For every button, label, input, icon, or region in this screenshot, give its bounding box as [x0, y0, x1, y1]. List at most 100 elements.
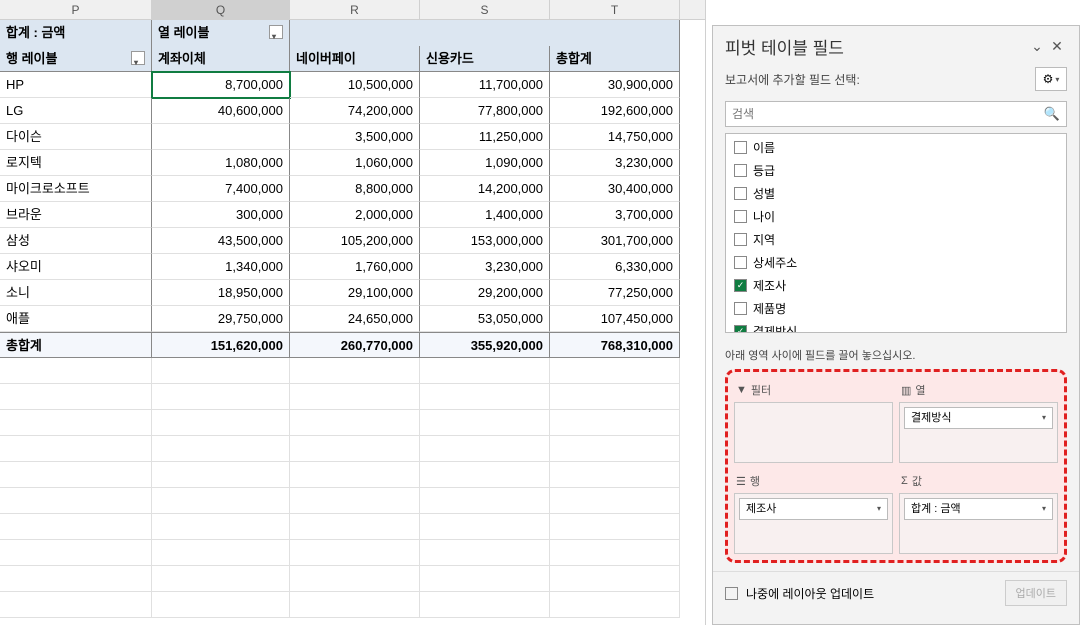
- cell[interactable]: [290, 462, 420, 488]
- cell[interactable]: [420, 20, 550, 46]
- cell[interactable]: [0, 410, 152, 436]
- cell[interactable]: [420, 566, 550, 592]
- field-search[interactable]: 🔍: [725, 101, 1067, 127]
- field-item[interactable]: 이름: [726, 136, 1066, 159]
- pivot-row-label[interactable]: 로지텍: [0, 150, 152, 176]
- pivot-value[interactable]: 30,400,000: [550, 176, 680, 202]
- pivot-value[interactable]: [152, 124, 290, 150]
- field-item[interactable]: 결제방식: [726, 320, 1066, 333]
- pivot-value[interactable]: 18,950,000: [152, 280, 290, 306]
- cell[interactable]: [420, 592, 550, 618]
- area-values-chip[interactable]: 합계 : 금액: [904, 498, 1053, 520]
- cell[interactable]: [0, 514, 152, 540]
- pivot-value[interactable]: 77,250,000: [550, 280, 680, 306]
- cell[interactable]: [290, 410, 420, 436]
- pane-settings-button[interactable]: ⚙: [1035, 67, 1067, 91]
- cell[interactable]: [0, 436, 152, 462]
- cell[interactable]: [550, 462, 680, 488]
- cell[interactable]: [550, 410, 680, 436]
- pivot-value[interactable]: 29,100,000: [290, 280, 420, 306]
- pivot-value[interactable]: 105,200,000: [290, 228, 420, 254]
- cell[interactable]: [152, 514, 290, 540]
- cell[interactable]: [152, 462, 290, 488]
- pivot-value[interactable]: 14,750,000: [550, 124, 680, 150]
- cell[interactable]: [290, 384, 420, 410]
- area-columns-body[interactable]: 결제방식: [899, 402, 1058, 463]
- cell[interactable]: [152, 410, 290, 436]
- pivot-value[interactable]: 10,500,000: [290, 72, 420, 98]
- pivot-value[interactable]: 1,080,000: [152, 150, 290, 176]
- col-header-Q[interactable]: Q: [152, 0, 290, 19]
- pivot-value[interactable]: 53,050,000: [420, 306, 550, 332]
- checkbox-icon[interactable]: [734, 164, 747, 177]
- pivot-value[interactable]: 74,200,000: [290, 98, 420, 124]
- cell[interactable]: [152, 540, 290, 566]
- cell[interactable]: [152, 592, 290, 618]
- field-item[interactable]: 상세주소: [726, 251, 1066, 274]
- pivot-value[interactable]: 3,230,000: [420, 254, 550, 280]
- pivot-value[interactable]: 1,060,000: [290, 150, 420, 176]
- field-item[interactable]: 제조사: [726, 274, 1066, 297]
- pivot-col-header-1[interactable]: 네이버페이: [290, 46, 420, 72]
- cell[interactable]: [290, 514, 420, 540]
- pivot-value[interactable]: 77,800,000: [420, 98, 550, 124]
- pivot-value[interactable]: 29,200,000: [420, 280, 550, 306]
- checkbox-icon[interactable]: [734, 210, 747, 223]
- pane-close-icon[interactable]: ✕: [1047, 38, 1067, 55]
- update-button[interactable]: 업데이트: [1005, 580, 1067, 606]
- cell[interactable]: [420, 540, 550, 566]
- cell[interactable]: [550, 20, 680, 46]
- cell[interactable]: [0, 488, 152, 514]
- area-columns[interactable]: ▥열 결제방식: [899, 378, 1058, 463]
- pivot-col-header-0[interactable]: 계좌이체: [152, 46, 290, 72]
- pivot-row-label[interactable]: 삼성: [0, 228, 152, 254]
- pane-collapse-icon[interactable]: ⌄: [1027, 38, 1047, 55]
- cell[interactable]: [0, 592, 152, 618]
- field-item[interactable]: 성별: [726, 182, 1066, 205]
- pivot-value[interactable]: 8,800,000: [290, 176, 420, 202]
- cell[interactable]: [0, 358, 152, 384]
- cell[interactable]: [550, 514, 680, 540]
- cell[interactable]: [550, 436, 680, 462]
- field-item[interactable]: 지역: [726, 228, 1066, 251]
- cell[interactable]: [290, 358, 420, 384]
- cell[interactable]: [152, 488, 290, 514]
- cell[interactable]: [290, 20, 420, 46]
- defer-checkbox[interactable]: [725, 587, 738, 600]
- search-input[interactable]: [732, 107, 1044, 121]
- pivot-value[interactable]: 1,090,000: [420, 150, 550, 176]
- pivot-value[interactable]: 7,400,000: [152, 176, 290, 202]
- area-filter[interactable]: ▼필터: [734, 378, 893, 463]
- area-rows-body[interactable]: 제조사: [734, 493, 893, 554]
- pivot-value[interactable]: 24,650,000: [290, 306, 420, 332]
- cell[interactable]: [290, 436, 420, 462]
- pivot-total-value[interactable]: 151,620,000: [152, 332, 290, 358]
- checkbox-icon[interactable]: [734, 302, 747, 315]
- checkbox-icon[interactable]: [734, 141, 747, 154]
- pivot-value[interactable]: 30,900,000: [550, 72, 680, 98]
- cell[interactable]: [550, 488, 680, 514]
- pivot-value[interactable]: 301,700,000: [550, 228, 680, 254]
- area-rows[interactable]: ☰행 제조사: [734, 469, 893, 554]
- pivot-value[interactable]: 29,750,000: [152, 306, 290, 332]
- cell[interactable]: [290, 488, 420, 514]
- cell[interactable]: [290, 592, 420, 618]
- col-header-P[interactable]: P: [0, 0, 152, 19]
- pivot-value[interactable]: 3,230,000: [550, 150, 680, 176]
- pivot-value[interactable]: 2,000,000: [290, 202, 420, 228]
- pivot-row-label[interactable]: 브라운: [0, 202, 152, 228]
- area-filter-body[interactable]: [734, 402, 893, 463]
- cell[interactable]: [550, 384, 680, 410]
- cell[interactable]: [420, 488, 550, 514]
- pivot-value[interactable]: 107,450,000: [550, 306, 680, 332]
- pivot-value[interactable]: 11,700,000: [420, 72, 550, 98]
- cell[interactable]: [550, 540, 680, 566]
- pivot-value[interactable]: 1,760,000: [290, 254, 420, 280]
- cell[interactable]: [420, 462, 550, 488]
- pivot-value[interactable]: 40,600,000: [152, 98, 290, 124]
- pivot-total-value[interactable]: 768,310,000: [550, 332, 680, 358]
- area-values[interactable]: Σ값 합계 : 금액: [899, 469, 1058, 554]
- cell[interactable]: [420, 436, 550, 462]
- row-label-dropdown-icon[interactable]: [131, 51, 145, 65]
- pivot-value[interactable]: 3,700,000: [550, 202, 680, 228]
